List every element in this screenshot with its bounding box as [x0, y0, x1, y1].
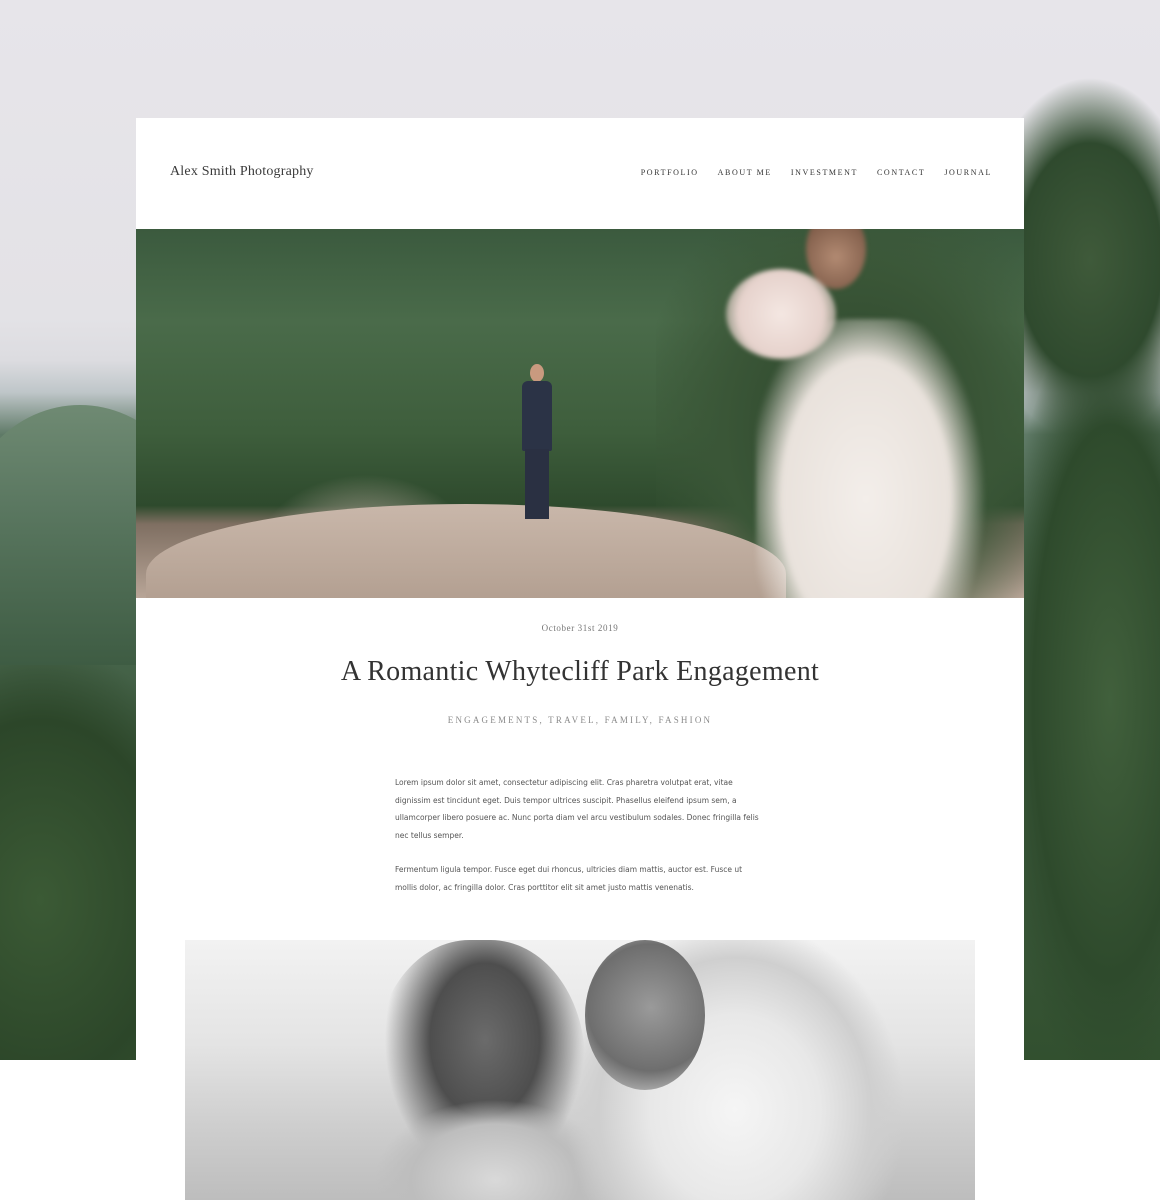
nav-item-journal[interactable]: JOURNAL	[944, 168, 992, 177]
hero-bride-figure	[726, 229, 996, 598]
groom-head	[530, 364, 544, 382]
post-paragraph: Fermentum ligula tempor. Fusce eget dui …	[395, 865, 743, 892]
hero-groom-figure	[519, 364, 555, 529]
brand-logo-link[interactable]: Alex Smith Photography	[170, 164, 314, 180]
black-and-white-couple-photo	[185, 940, 975, 1200]
bride-bouquet	[726, 269, 836, 359]
website-card: Alex Smith Photography PORTFOLIO ABOUT M…	[136, 118, 1024, 1200]
nav-item-contact[interactable]: CONTACT	[877, 168, 925, 177]
main-nav: PORTFOLIO ABOUT ME INVESTMENT CONTACT JO…	[641, 168, 992, 177]
bw-man-head	[585, 940, 705, 1090]
page: Alex Smith Photography PORTFOLIO ABOUT M…	[0, 0, 1160, 1200]
post-categories[interactable]: ENGAGEMENTS, TRAVEL, FAMILY, FASHION	[136, 715, 1024, 725]
groom-legs	[525, 449, 549, 519]
post-date: October 31st 2019	[541, 623, 619, 633]
groom-jacket	[522, 381, 552, 451]
nav-item-portfolio[interactable]: PORTFOLIO	[641, 168, 699, 177]
post-body: Lorem ipsum dolor sit amet, consectetur …	[395, 774, 765, 913]
site-header: Alex Smith Photography PORTFOLIO ABOUT M…	[136, 118, 1024, 229]
post-paragraph: Lorem ipsum dolor sit amet, consectetur …	[395, 778, 759, 840]
nav-item-investment[interactable]: INVESTMENT	[791, 168, 858, 177]
hero-photo	[136, 229, 1024, 598]
bride-dress	[756, 319, 986, 598]
nav-item-about-me[interactable]: ABOUT ME	[718, 168, 772, 177]
post-title: A Romantic Whytecliff Park Engagement	[340, 656, 820, 687]
